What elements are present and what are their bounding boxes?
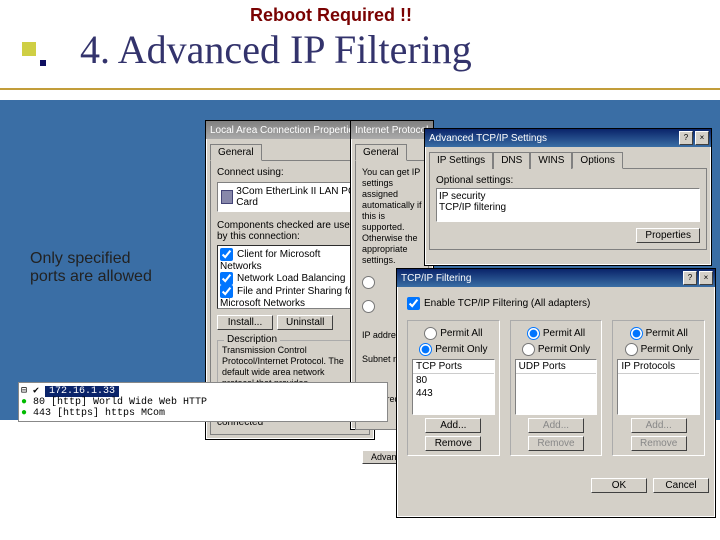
uninstall-button[interactable]: Uninstall	[277, 315, 333, 330]
titlebar-filtering[interactable]: TCP/IP Filtering ? ×	[397, 269, 715, 287]
adapter-field: 3Com EtherLink II LAN PC Card	[217, 182, 363, 212]
slide-note: Only specified ports are allowed	[30, 250, 170, 286]
ok-button[interactable]: OK	[591, 478, 647, 493]
titlebar-lan[interactable]: Local Area Connection Properties	[206, 121, 374, 139]
ipp-permit-all: Permit All	[646, 328, 688, 339]
tab-ip-settings[interactable]: IP Settings	[429, 152, 493, 169]
components-label: Components checked are used by this conn…	[217, 220, 363, 242]
radio-udp-only[interactable]	[522, 343, 535, 356]
cancel-button[interactable]: Cancel	[653, 478, 709, 493]
comp-2: File and Printer Sharing for Microsoft N…	[220, 286, 357, 309]
radio-auto[interactable]	[362, 276, 375, 289]
nic-icon	[221, 190, 233, 204]
chk-enable-filtering[interactable]	[407, 297, 420, 310]
tab-wins[interactable]: WINS	[530, 152, 572, 169]
opt-ipsec[interactable]: IP security	[439, 191, 697, 202]
tcp-remove-button[interactable]: Remove	[425, 436, 481, 451]
titlebar-text: Local Area Connection Properties	[210, 125, 359, 136]
slide-banner: Reboot Required !!	[250, 5, 412, 26]
optional-settings-list[interactable]: IP security TCP/IP filtering	[436, 188, 700, 222]
slide-title: 4. Advanced IP Filtering	[80, 26, 472, 73]
install-button[interactable]: Install...	[217, 315, 273, 330]
tab-general[interactable]: General	[210, 144, 262, 161]
col-header-udp: UDP Ports	[516, 360, 597, 374]
udp-remove-button: Remove	[528, 436, 584, 451]
radio-tcp-only[interactable]	[419, 343, 432, 356]
help-icon-2[interactable]: ?	[683, 271, 697, 285]
tcp-add-button[interactable]: Add...	[425, 418, 481, 433]
udp-permit-all: Permit All	[543, 328, 585, 339]
adapter-name: 3Com EtherLink II LAN PC Card	[236, 186, 359, 208]
close-icon[interactable]: ×	[695, 131, 709, 145]
radio-ipp-only[interactable]	[625, 343, 638, 356]
scan-row-1: 443 [https] https MCom	[21, 408, 385, 419]
titlebar-tcpip[interactable]: Internet Protocol (TCP/IP) Properties	[351, 121, 433, 139]
properties-button[interactable]: Properties	[636, 228, 700, 243]
opt-filtering[interactable]: TCP/IP filtering	[439, 202, 697, 213]
window-tcpip-filtering: TCP/IP Filtering ? × Enable TCP/IP Filte…	[396, 268, 716, 518]
titlebar-text-2: Internet Protocol (TCP/IP) Properties	[355, 125, 431, 136]
udp-add-button: Add...	[528, 418, 584, 433]
ipp-add-button: Add...	[631, 418, 687, 433]
tcp-port-0[interactable]: 80	[413, 374, 494, 387]
tab-dns[interactable]: DNS	[493, 152, 530, 169]
comp-0: Client for Microsoft Networks	[220, 249, 320, 272]
radio-udp-all[interactable]	[527, 327, 540, 340]
tcp-permit-all: Permit All	[440, 328, 482, 339]
tcp-permit-only: Permit Only	[435, 344, 487, 355]
col-header-ipp: IP Protocols	[618, 360, 699, 374]
ip-protocols-list[interactable]: IP Protocols	[617, 359, 700, 415]
radio-manual[interactable]	[362, 300, 375, 313]
components-list[interactable]: Client for Microsoft Networks Network Lo…	[217, 245, 363, 309]
udp-permit-only: Permit Only	[538, 344, 590, 355]
radio-ipp-all[interactable]	[630, 327, 643, 340]
ipp-permit-only: Permit Only	[641, 344, 693, 355]
chk-nlb[interactable]	[220, 272, 233, 285]
description-label: Description	[224, 334, 280, 345]
chk-file[interactable]	[220, 285, 233, 298]
col-header-tcp: TCP Ports	[413, 360, 494, 374]
chk-client[interactable]	[220, 248, 233, 261]
tcp-port-1[interactable]: 443	[413, 387, 494, 400]
tcp-ports-list[interactable]: TCP Ports 80 443	[412, 359, 495, 415]
tab-general-2[interactable]: General	[355, 144, 407, 161]
ipp-remove-button: Remove	[631, 436, 687, 451]
comp-1: Network Load Balancing	[237, 273, 345, 284]
connect-using-label: Connect using:	[217, 167, 363, 178]
scan-ip: 172.16.1.33	[45, 386, 119, 397]
optional-settings-label: Optional settings:	[436, 175, 700, 186]
titlebar-text-3: Advanced TCP/IP Settings	[429, 133, 547, 144]
enable-filtering-label: Enable TCP/IP Filtering (All adapters)	[424, 298, 590, 309]
tcpip-blurb: You can get IP settings assigned automat…	[362, 167, 422, 266]
slide-rule	[0, 88, 720, 90]
udp-ports-list[interactable]: UDP Ports	[515, 359, 598, 415]
help-icon[interactable]: ?	[679, 131, 693, 145]
close-icon-2[interactable]: ×	[699, 271, 713, 285]
titlebar-advanced[interactable]: Advanced TCP/IP Settings ? ×	[425, 129, 711, 147]
slide-bullet	[22, 42, 36, 56]
port-scan-panel: ⊟ ✔ 172.16.1.33 80 [http] World Wide Web…	[18, 382, 388, 422]
scan-row-0: 80 [http] World Wide Web HTTP	[21, 397, 385, 408]
radio-tcp-all[interactable]	[424, 327, 437, 340]
titlebar-text-4: TCP/IP Filtering	[401, 273, 471, 284]
window-advanced-tcpip: Advanced TCP/IP Settings ? × IP Settings…	[424, 128, 712, 266]
tab-options[interactable]: Options	[572, 152, 622, 169]
